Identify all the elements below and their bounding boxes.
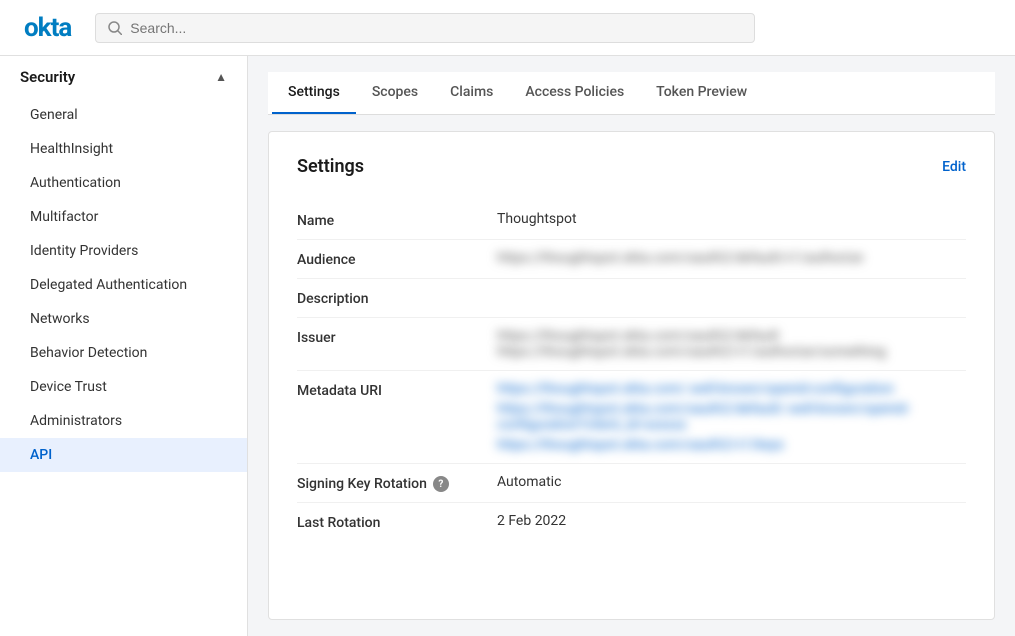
issuer-line1: https://thoughtspot.okta.com/oauth2/defa…	[497, 328, 966, 344]
logo-text: okta	[24, 13, 71, 43]
label-last-rotation: Last Rotation	[297, 513, 497, 531]
search-input[interactable]	[130, 20, 742, 36]
value-last-rotation: 2 Feb 2022	[497, 513, 966, 529]
value-metadata-uri: https://thoughtspot.okta.com/.well-known…	[497, 381, 966, 453]
sidebar-section-title: Security	[20, 68, 75, 86]
metadata-link3[interactable]: https://thoughtspot.okta.com/oauth2/v1/k…	[497, 437, 966, 453]
settings-row-signing-key-rotation: Signing Key Rotation ? Automatic	[297, 464, 966, 503]
sidebar-item-healthinsight[interactable]: HealthInsight	[0, 132, 247, 166]
settings-card-title: Settings	[297, 156, 364, 177]
label-with-info: Signing Key Rotation ?	[297, 476, 497, 492]
label-metadata-uri: Metadata URI	[297, 381, 497, 399]
tabs-bar: Settings Scopes Claims Access Policies T…	[268, 72, 995, 115]
tab-scopes[interactable]: Scopes	[356, 72, 434, 114]
label-signing-key-rotation: Signing Key Rotation ?	[297, 474, 497, 492]
search-icon	[108, 21, 122, 35]
logo: okta	[24, 13, 71, 43]
settings-row-issuer: Issuer https://thoughtspot.okta.com/oaut…	[297, 318, 966, 371]
tab-access-policies[interactable]: Access Policies	[509, 72, 640, 114]
label-description: Description	[297, 289, 497, 307]
search-bar[interactable]	[95, 13, 755, 43]
sidebar-item-administrators[interactable]: Administrators	[0, 404, 247, 438]
chevron-up-icon: ▲	[215, 70, 227, 84]
label-audience: Audience	[297, 250, 497, 268]
settings-card: Settings Edit Name Thoughtspot Audience …	[268, 131, 995, 620]
sidebar-item-multifactor[interactable]: Multifactor	[0, 200, 247, 234]
value-signing-key-rotation: Automatic	[497, 474, 966, 490]
value-audience: https://thoughtspot.okta.com/oauth2/defa…	[497, 250, 966, 266]
label-name: Name	[297, 211, 497, 229]
sidebar: Security ▲ General HealthInsight Authent…	[0, 56, 248, 636]
sidebar-item-networks[interactable]: Networks	[0, 302, 247, 336]
sidebar-item-authentication[interactable]: Authentication	[0, 166, 247, 200]
value-name: Thoughtspot	[497, 211, 966, 227]
settings-row-last-rotation: Last Rotation 2 Feb 2022	[297, 503, 966, 541]
sidebar-item-identity-providers[interactable]: Identity Providers	[0, 234, 247, 268]
value-issuer: https://thoughtspot.okta.com/oauth2/defa…	[497, 328, 966, 360]
main-layout: Security ▲ General HealthInsight Authent…	[0, 56, 1015, 636]
metadata-link2[interactable]: https://thoughtspot.okta.com/oauth2/defa…	[497, 401, 966, 433]
label-issuer: Issuer	[297, 328, 497, 346]
settings-row-audience: Audience https://thoughtspot.okta.com/oa…	[297, 240, 966, 279]
topbar: okta	[0, 0, 1015, 56]
sidebar-item-behavior-detection[interactable]: Behavior Detection	[0, 336, 247, 370]
main-content: Settings Scopes Claims Access Policies T…	[248, 56, 1015, 636]
sidebar-item-api[interactable]: API	[0, 438, 247, 472]
settings-row-metadata-uri: Metadata URI https://thoughtspot.okta.co…	[297, 371, 966, 464]
tab-claims[interactable]: Claims	[434, 72, 509, 114]
settings-card-header: Settings Edit	[297, 156, 966, 177]
sidebar-item-delegated-authentication[interactable]: Delegated Authentication	[0, 268, 247, 302]
sidebar-item-device-trust[interactable]: Device Trust	[0, 370, 247, 404]
metadata-link1[interactable]: https://thoughtspot.okta.com/.well-known…	[497, 381, 966, 397]
sidebar-item-general[interactable]: General	[0, 98, 247, 132]
tab-settings[interactable]: Settings	[272, 72, 356, 114]
edit-button[interactable]: Edit	[942, 159, 966, 175]
issuer-line2: https://thoughtspot.okta.com/oauth2/v1/a…	[497, 344, 966, 360]
settings-table: Name Thoughtspot Audience https://though…	[297, 201, 966, 541]
sidebar-section-security[interactable]: Security ▲	[0, 56, 247, 98]
settings-row-description: Description	[297, 279, 966, 318]
settings-row-name: Name Thoughtspot	[297, 201, 966, 240]
info-icon[interactable]: ?	[433, 476, 449, 492]
tab-token-preview[interactable]: Token Preview	[640, 72, 763, 114]
